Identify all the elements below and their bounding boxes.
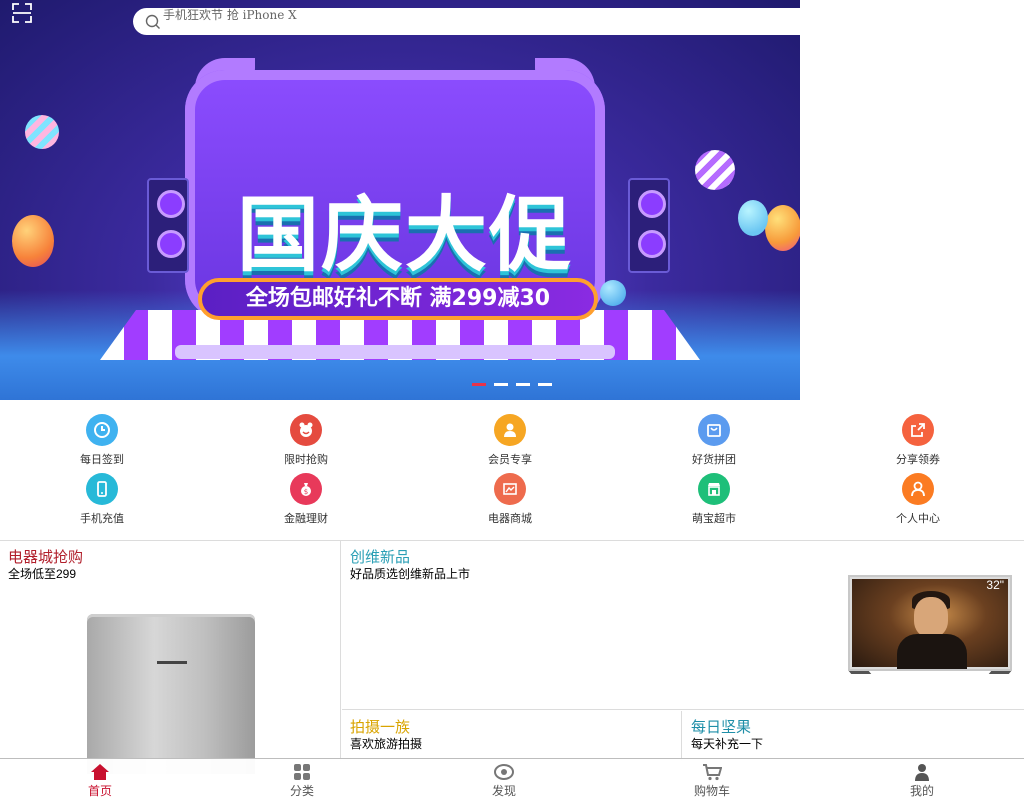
carousel-dot[interactable] [494, 383, 508, 386]
striped-ball-icon [695, 150, 735, 190]
panel-title: 拍摄一族 [350, 719, 411, 736]
quick-link-checkin[interactable]: 每日签到 [42, 414, 162, 467]
tab-profile[interactable]: 我的 [882, 763, 962, 799]
bottom-tab-bar: 首页 分类 发现 购物车 我的 [0, 758, 1024, 800]
scan-icon[interactable] [12, 3, 32, 23]
quick-link-label: 个人中心 [896, 512, 940, 525]
new-products-panel[interactable]: 创维新品 好品质选创维新品上市 32" [342, 541, 1024, 710]
quick-link-label: 金融理财 [284, 512, 328, 525]
app-page: 国庆大促 全场包邮好礼不断 满299减30 每日签到 [0, 0, 1024, 800]
banner-headline: 国庆大促 [236, 188, 573, 283]
striped-ball-icon [25, 115, 59, 149]
carousel-dot-active[interactable] [472, 383, 486, 386]
quick-link-baby-store[interactable]: 萌宝超市 [654, 473, 774, 526]
quick-link-label: 好货拼团 [692, 453, 736, 466]
quick-link-label: 手机充值 [80, 512, 124, 525]
fridge-image [87, 614, 255, 774]
tv-stand [848, 671, 872, 674]
cart-icon [702, 763, 722, 781]
appliance-icon [494, 473, 526, 505]
promo-banner[interactable]: 国庆大促 全场包邮好礼不断 满299减30 [0, 0, 800, 400]
tab-cart[interactable]: 购物车 [672, 763, 752, 799]
balloon-icon [765, 205, 800, 251]
tab-home[interactable]: 首页 [60, 763, 140, 799]
money-bag-icon: $ [290, 473, 322, 505]
tv-stand [988, 671, 1012, 674]
tab-label: 我的 [909, 784, 934, 798]
quick-link-appliance-mall[interactable]: 电器商城 [450, 473, 570, 526]
share-icon [902, 414, 934, 446]
search-input[interactable] [163, 8, 763, 22]
nuts-panel[interactable]: 每日坚果 每天补充一下 [683, 711, 1024, 761]
banner-subline: 全场包邮好礼不断 满299减30 [198, 278, 598, 320]
quick-link-group-buy[interactable]: 好货拼团 [654, 414, 774, 467]
eye-icon [494, 763, 514, 781]
balloon-icon [738, 200, 768, 236]
shopping-bag-icon [698, 414, 730, 446]
banner-stage [175, 345, 615, 359]
quick-link-label: 电器商城 [488, 512, 532, 525]
store-icon [698, 473, 730, 505]
member-icon [494, 414, 526, 446]
quick-link-label: 萌宝超市 [692, 512, 736, 525]
quick-link-label: 会员专享 [488, 453, 532, 466]
tab-label: 分类 [289, 784, 314, 798]
travel-panel[interactable]: 拍摄一族 喜欢旅游拍摄 [342, 711, 682, 761]
appliance-promo-panel[interactable]: 电器城抢购 全场低至299 [0, 541, 341, 774]
panel-subtitle: 全场低至299 [8, 567, 77, 581]
tv-image: 32" [848, 575, 1012, 671]
panel-title: 创维新品 [350, 549, 411, 566]
tv-size-label: 32" [986, 578, 1004, 592]
quick-link-label: 限时抢购 [284, 453, 328, 466]
quick-link-share-coupon[interactable]: 分享领券 [858, 414, 978, 467]
balloon-icon [12, 215, 54, 267]
tab-category[interactable]: 分类 [262, 763, 342, 799]
tab-label: 购物车 [693, 784, 730, 798]
tab-label: 发现 [491, 784, 516, 798]
user-icon [902, 473, 934, 505]
panel-title: 每日坚果 [691, 719, 752, 736]
carousel-dot[interactable] [538, 383, 552, 386]
speaker-left-icon [147, 178, 189, 273]
profile-icon [912, 763, 932, 781]
clock-icon [86, 414, 118, 446]
quick-links-grid: 每日签到 限时抢购 会员专享 好货拼团 分享领券 手机充值 $ 金融理财 电器商… [0, 400, 1024, 540]
quick-link-label: 每日签到 [80, 453, 124, 466]
svg-text:$: $ [304, 488, 308, 496]
tab-label: 首页 [87, 784, 112, 798]
category-icon [292, 763, 312, 781]
phone-icon [86, 473, 118, 505]
quick-link-phone-topup[interactable]: 手机充值 [42, 473, 162, 526]
panel-title: 电器城抢购 [8, 549, 84, 566]
quick-link-member[interactable]: 会员专享 [450, 414, 570, 467]
quick-link-personal-center[interactable]: 个人中心 [858, 473, 978, 526]
flash-deal-icon [290, 414, 322, 446]
speaker-right-icon [628, 178, 670, 273]
home-icon [90, 763, 110, 781]
carousel-indicator [472, 383, 552, 386]
quick-link-label: 分享领券 [896, 453, 940, 466]
panel-subtitle: 好品质选创维新品上市 [350, 567, 471, 581]
search-bar[interactable] [133, 8, 800, 35]
quick-link-finance[interactable]: $ 金融理财 [246, 473, 366, 526]
panel-subtitle: 每天补充一下 [691, 737, 764, 751]
panel-subtitle: 喜欢旅游拍摄 [350, 737, 423, 751]
tab-discover[interactable]: 发现 [464, 763, 544, 799]
search-icon [145, 14, 160, 29]
carousel-dot[interactable] [516, 383, 530, 386]
quick-link-flash-sale[interactable]: 限时抢购 [246, 414, 366, 467]
